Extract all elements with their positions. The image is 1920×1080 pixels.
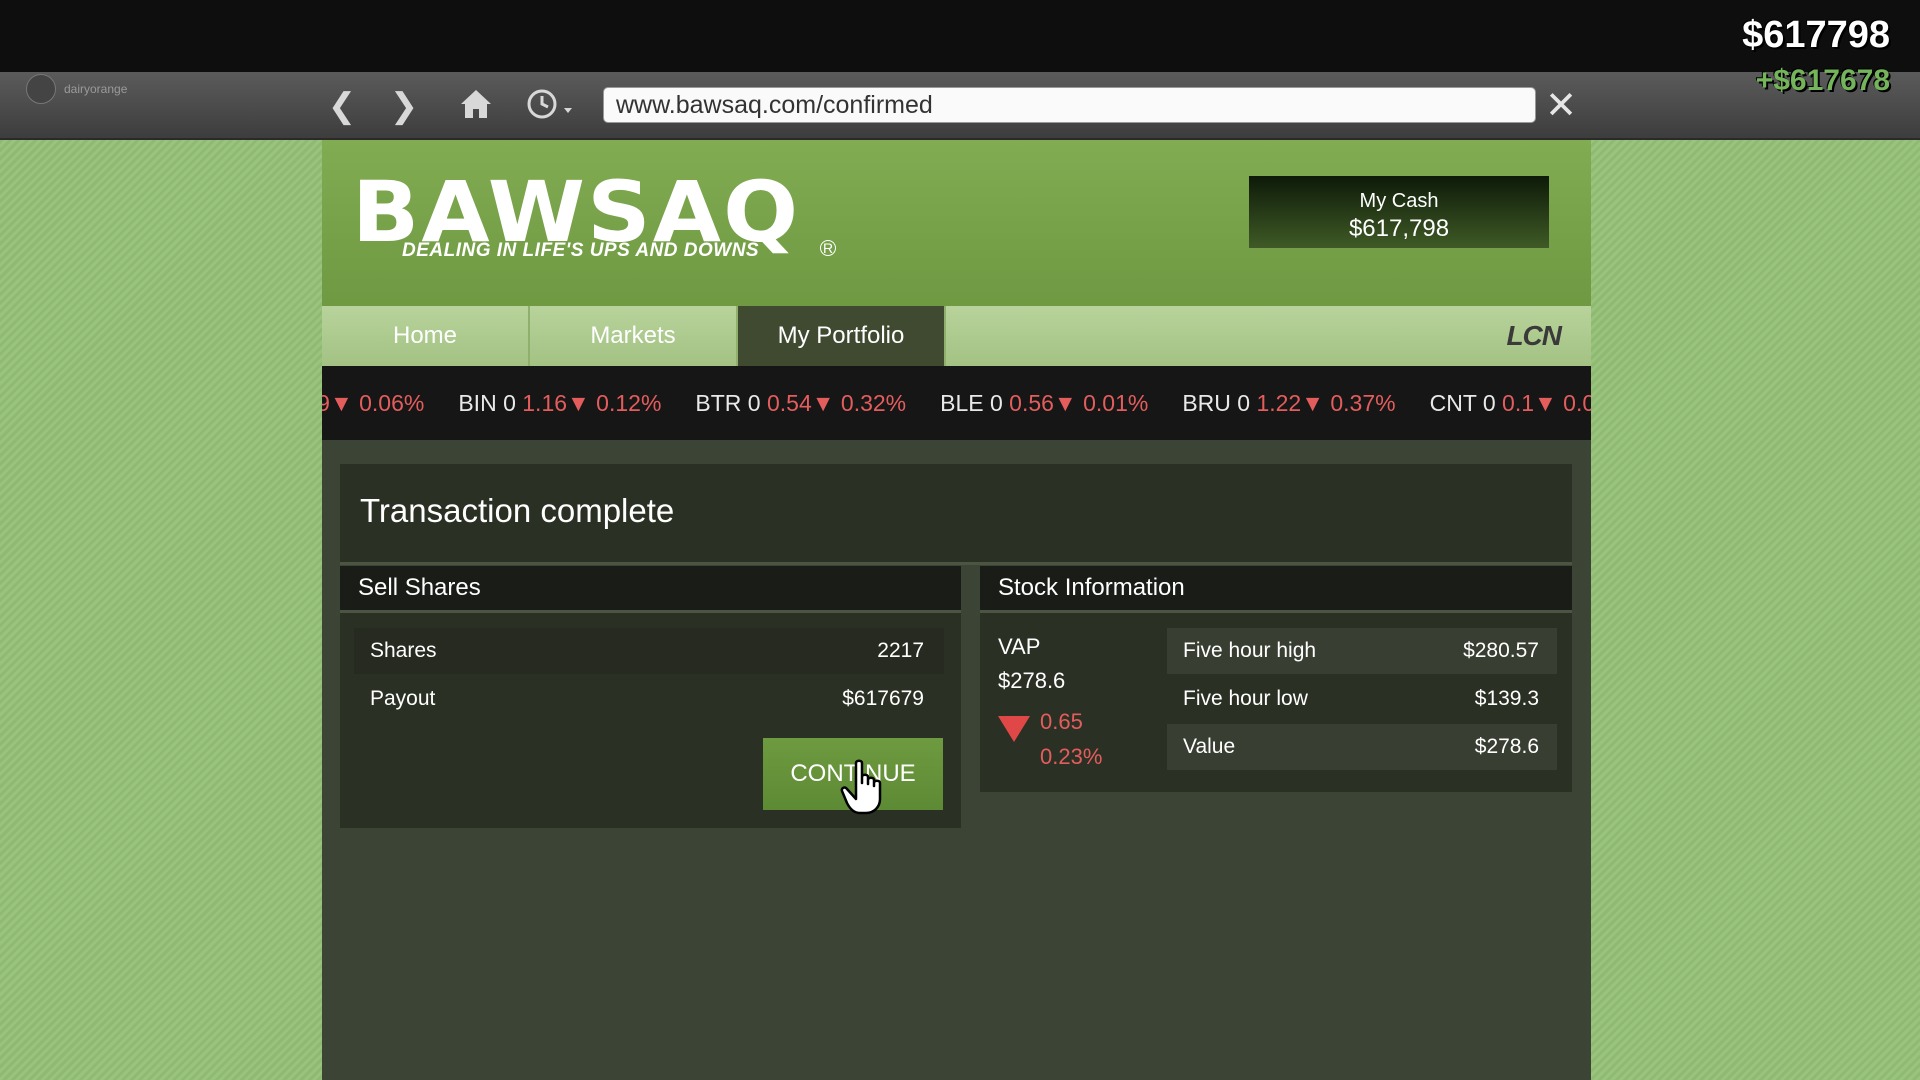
site-header: BAWSAQ R DEALING IN LIFE'S UPS AND DOWNS… <box>322 140 1591 306</box>
shares-row: Shares 2217 <box>354 628 944 674</box>
ticker-change: .99▼ 0.06% <box>322 390 425 416</box>
payout-row: Payout $617679 <box>354 676 944 722</box>
five-hour-low-row: Five hour low $139.3 <box>1167 676 1557 722</box>
ticker-change: 0.54▼ 0.32% <box>766 390 907 416</box>
five-hour-low-value: $139.3 <box>1474 687 1539 710</box>
ticker-change: 1.16▼ 0.12% <box>522 390 662 416</box>
five-hour-high-value: $280.57 <box>1463 639 1539 662</box>
ticker-symbol: BLE 0 <box>940 390 1010 416</box>
content-area: Transaction complete Sell Shares Shares … <box>322 440 1591 1080</box>
five-hour-high-row: Five hour high $280.57 <box>1167 628 1557 674</box>
ticker-item: BLE 0 0.56▼ 0.01% <box>940 366 1148 440</box>
down-arrow-icon <box>998 716 1030 742</box>
player-tag: dairyorange <box>26 74 127 104</box>
five-hour-high-label: Five hour high <box>1183 639 1317 662</box>
ticker-symbol: BRU 0 <box>1182 390 1257 416</box>
nav-markets[interactable]: Markets <box>530 306 738 366</box>
value-value: $278.6 <box>1474 735 1539 758</box>
hud-cash-delta: +$617678 <box>1755 64 1890 97</box>
hud-top-bar <box>0 0 1920 72</box>
value-row: Value $278.6 <box>1167 724 1557 770</box>
ticker-change: 1.22▼ 0.37% <box>1256 390 1396 416</box>
stock-information-card: Stock Information VAP $278.6 0.65 0.23% … <box>980 566 1572 792</box>
stock-change: 0.65 0.23% <box>1040 704 1102 774</box>
close-icon[interactable]: ✕ <box>1543 86 1579 126</box>
home-icon[interactable] <box>456 86 496 126</box>
ticker-item: .99▼ 0.06% <box>322 366 424 440</box>
ticker-symbol: BIN 0 <box>458 390 523 416</box>
my-cash-box: My Cash $617,798 <box>1249 176 1549 248</box>
stock-symbol: VAP <box>998 634 1041 659</box>
transaction-title-card: Transaction complete <box>340 464 1572 565</box>
site-logo[interactable]: BAWSAQ <box>352 170 800 254</box>
ticker-item: BTR 0 0.54▼ 0.32% <box>695 366 906 440</box>
forward-icon[interactable]: ❯ <box>384 86 424 126</box>
registered-icon: R <box>820 240 836 256</box>
ticker-strip: .99▼ 0.06% BIN 0 1.16▼ 0.12% BTR 0 0.54▼ 0… <box>322 366 1591 440</box>
payout-label: Payout <box>370 687 436 710</box>
browser-toolbar: ❮ ❯ www.bawsaq.com/confirmed ✕ <box>0 72 1920 140</box>
ticker-change: 0.1▼ 0.0 <box>1502 390 1591 416</box>
player-name: dairyorange <box>64 82 128 96</box>
five-hour-low-label: Five hour low <box>1183 687 1308 710</box>
my-cash-label: My Cash <box>1359 190 1439 212</box>
my-cash-value: $617,798 <box>1348 215 1450 242</box>
page-title: Transaction complete <box>360 492 675 529</box>
hud-cash: $617798 <box>1742 14 1890 56</box>
ticker-item: BIN 0 1.16▼ 0.12% <box>458 366 661 440</box>
back-icon[interactable]: ❮ <box>322 86 362 126</box>
stock-information-heading: Stock Information <box>980 566 1572 613</box>
ticker-symbol: BTR 0 <box>695 390 767 416</box>
avatar <box>26 74 56 104</box>
lcn-logo[interactable]: LCN <box>1506 320 1562 352</box>
history-icon[interactable] <box>524 86 580 126</box>
stock-change-value: 0.65 <box>1040 709 1083 734</box>
sell-shares-card: Sell Shares Shares 2217 Payout $617679 C… <box>340 566 961 828</box>
ticker-change: 0.56▼ 0.01% <box>1009 390 1149 416</box>
nav-my-portfolio[interactable]: My Portfolio <box>738 306 946 366</box>
ticker-item: CNT 0 0.1▼ 0.0 <box>1430 366 1591 440</box>
stock-price: $278.6 <box>998 668 1066 693</box>
value-label: Value <box>1183 735 1236 758</box>
ticker-symbol: CNT 0 <box>1429 390 1503 416</box>
stock-change-pct: 0.23% <box>1040 744 1103 769</box>
bawsaq-site: BAWSAQ R DEALING IN LIFE'S UPS AND DOWNS… <box>322 140 1591 1080</box>
url-input[interactable]: www.bawsaq.com/confirmed <box>603 87 1536 123</box>
shares-label: Shares <box>370 639 437 662</box>
site-nav: Home Markets My Portfolio LCN <box>322 306 1591 366</box>
site-tagline: DEALING IN LIFE'S UPS AND DOWNS <box>402 240 760 261</box>
payout-value: $617679 <box>842 687 924 710</box>
sell-shares-heading: Sell Shares <box>340 566 961 613</box>
hand-cursor-icon <box>840 759 882 815</box>
ticker-item: BRU 0 1.22▼ 0.37% <box>1182 366 1395 440</box>
nav-home[interactable]: Home <box>322 306 530 366</box>
shares-value: 2217 <box>877 639 924 662</box>
stock-ticker: .99▼ 0.06% BIN 0 1.16▼ 0.12% BTR 0 0.54▼ 0… <box>322 366 1591 440</box>
